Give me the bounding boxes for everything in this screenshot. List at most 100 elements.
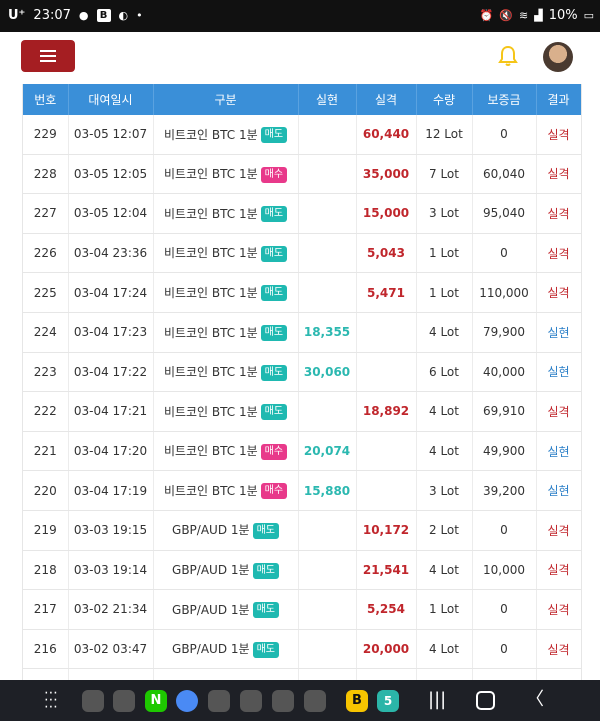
loss-value <box>356 312 417 353</box>
naver-icon[interactable]: N <box>145 690 167 712</box>
home-icon[interactable] <box>476 691 495 710</box>
result-status: 실격 <box>536 233 581 274</box>
result-status: 실격 <box>536 391 581 432</box>
row-number: 228 <box>23 154 69 195</box>
item-name: GBP/AUD 1분 <box>172 563 250 578</box>
rental-datetime: 03-04 17:23 <box>68 312 154 353</box>
result-status: 실현 <box>536 312 581 353</box>
item-cell: GBP/AUD 1분 매도 <box>153 629 299 670</box>
loss-value: 5,043 <box>356 233 417 274</box>
realized-value: 15,880 <box>298 470 357 511</box>
result-status: 실현 <box>536 431 581 472</box>
sell-badge: 매도 <box>260 325 288 342</box>
column-header: 수량 <box>416 84 473 115</box>
item-cell: 비트코인 BTC 1분 매수 <box>153 470 299 511</box>
result-status: 실격 <box>536 154 581 195</box>
item-name: 비트코인 BTC 1분 <box>163 285 258 300</box>
rental-datetime: 03-05 12:04 <box>68 193 154 234</box>
deposit: 39,200 <box>472 470 537 511</box>
loss-value: 21,541 <box>356 550 417 591</box>
buy-badge: 매수 <box>260 443 288 460</box>
app-folder-icon[interactable] <box>304 690 326 712</box>
realized-value <box>298 550 357 591</box>
table-row: 217 03-02 21:34 GBP/AUD 1분 매도 5,254 1 Lot 0 실격 <box>23 589 581 630</box>
app-folder-icon[interactable] <box>208 690 230 712</box>
result-status: 실현 <box>536 352 581 393</box>
rental-datetime: 03-05 12:07 <box>68 115 154 155</box>
deposit: 0 <box>472 510 537 551</box>
table-row: 221 03-04 17:20 비트코인 BTC 1분 매수 20,074 4 Lot 49… <box>23 431 581 472</box>
item-name: 비트코인 BTC 1분 <box>163 404 258 419</box>
app-folder-icon[interactable] <box>113 690 135 712</box>
column-header: 보증금 <box>472 84 537 115</box>
app-folder-icon[interactable] <box>82 690 104 712</box>
menu-button[interactable] <box>21 40 75 72</box>
result-status: 실격 <box>536 589 581 630</box>
deposit: 79,900 <box>472 312 537 353</box>
avatar[interactable] <box>543 42 573 72</box>
loss-value: 5,254 <box>356 589 417 630</box>
dot-icon: • <box>136 8 143 22</box>
table-row: 218 03-03 19:14 GBP/AUD 1분 매도 21,541 4 Lot 10,… <box>23 550 581 591</box>
realized-value <box>298 391 357 432</box>
item-name: 비트코인 BTC 1분 <box>163 325 258 340</box>
b-app-icon[interactable]: B <box>346 690 368 712</box>
realized-value: 18,355 <box>298 312 357 353</box>
loss-value: 5,471 <box>356 272 417 313</box>
table-row: 222 03-04 17:21 비트코인 BTC 1분 매도 18,892 4 Lot 69… <box>23 391 581 432</box>
deposit: 110,000 <box>472 272 537 313</box>
rental-datetime: 03-04 17:22 <box>68 352 154 393</box>
result-status: 실격 <box>536 629 581 670</box>
sell-badge: 매도 <box>252 641 279 658</box>
item-name: GBP/AUD 1분 <box>172 602 250 617</box>
loss-value <box>356 470 417 511</box>
calendar-icon[interactable]: 5 <box>377 690 399 712</box>
quantity: 1 Lot <box>416 589 473 630</box>
table-header-row: 번호 대여일시 구분 실현 실격 수량 보증금 결과 <box>23 84 581 115</box>
item-cell: GBP/AUD 1분 매도 <box>153 589 299 630</box>
alarm-icon: ⏰ <box>479 8 494 22</box>
item-cell: 비트코인 BTC 1분 매도 <box>153 391 299 432</box>
rental-datetime: 03-03 19:15 <box>68 510 154 551</box>
realized-value <box>298 154 357 195</box>
deposit: 49,900 <box>472 431 537 472</box>
hamburger-icon-line <box>40 55 56 57</box>
column-header: 대여일시 <box>68 84 154 115</box>
item-cell: 비트코인 BTC 1분 매수 <box>153 154 299 195</box>
sell-badge: 매도 <box>252 522 279 539</box>
bell-icon[interactable] <box>496 44 520 68</box>
sell-badge: 매도 <box>260 127 288 144</box>
table-row: 226 03-04 23:36 비트코인 BTC 1분 매도 5,043 1 Lot 0 실격 <box>23 233 581 274</box>
signal-icon: ▟ <box>534 8 543 22</box>
row-number: 218 <box>23 550 69 591</box>
table-row: 228 03-05 12:05 비트코인 BTC 1분 매수 35,000 7 Lot 60… <box>23 154 581 195</box>
chat-icon: ● <box>78 8 89 22</box>
deposit: 10,000 <box>472 550 537 591</box>
column-header: 실현 <box>298 84 357 115</box>
app-icon: ◐ <box>118 8 129 22</box>
realized-value <box>298 193 357 234</box>
row-number: 217 <box>23 589 69 630</box>
realized-value <box>298 115 357 155</box>
deposit: 60,040 <box>472 154 537 195</box>
translate-icon[interactable] <box>176 690 198 712</box>
realized-value <box>298 272 357 313</box>
rental-datetime: 03-04 23:36 <box>68 233 154 274</box>
recents-icon[interactable]: ||| <box>428 688 446 712</box>
item-name: 비트코인 BTC 1분 <box>163 206 258 221</box>
row-number: 220 <box>23 470 69 511</box>
rental-datetime: 03-04 17:24 <box>68 272 154 313</box>
table-row: 225 03-04 17:24 비트코인 BTC 1분 매도 5,471 1 Lot 110… <box>23 272 581 313</box>
app-folder-icon[interactable] <box>240 690 262 712</box>
item-name: 비트코인 BTC 1분 <box>163 127 258 142</box>
app-folder-icon[interactable] <box>272 690 294 712</box>
table-row: 216 03-02 03:47 GBP/AUD 1분 매도 20,000 4 Lot 0 실격 <box>23 629 581 670</box>
item-name: 비트코인 BTC 1분 <box>163 167 258 182</box>
app-drawer-icon[interactable]: ⋯ ⋯ ⋯ <box>44 686 64 714</box>
quantity: 6 Lot <box>416 352 473 393</box>
carrier-label: U⁺ <box>8 8 26 23</box>
loss-value: 18,892 <box>356 391 417 432</box>
back-icon[interactable]: 〈 <box>526 688 544 712</box>
quantity <box>416 668 473 680</box>
quantity: 4 Lot <box>416 550 473 591</box>
